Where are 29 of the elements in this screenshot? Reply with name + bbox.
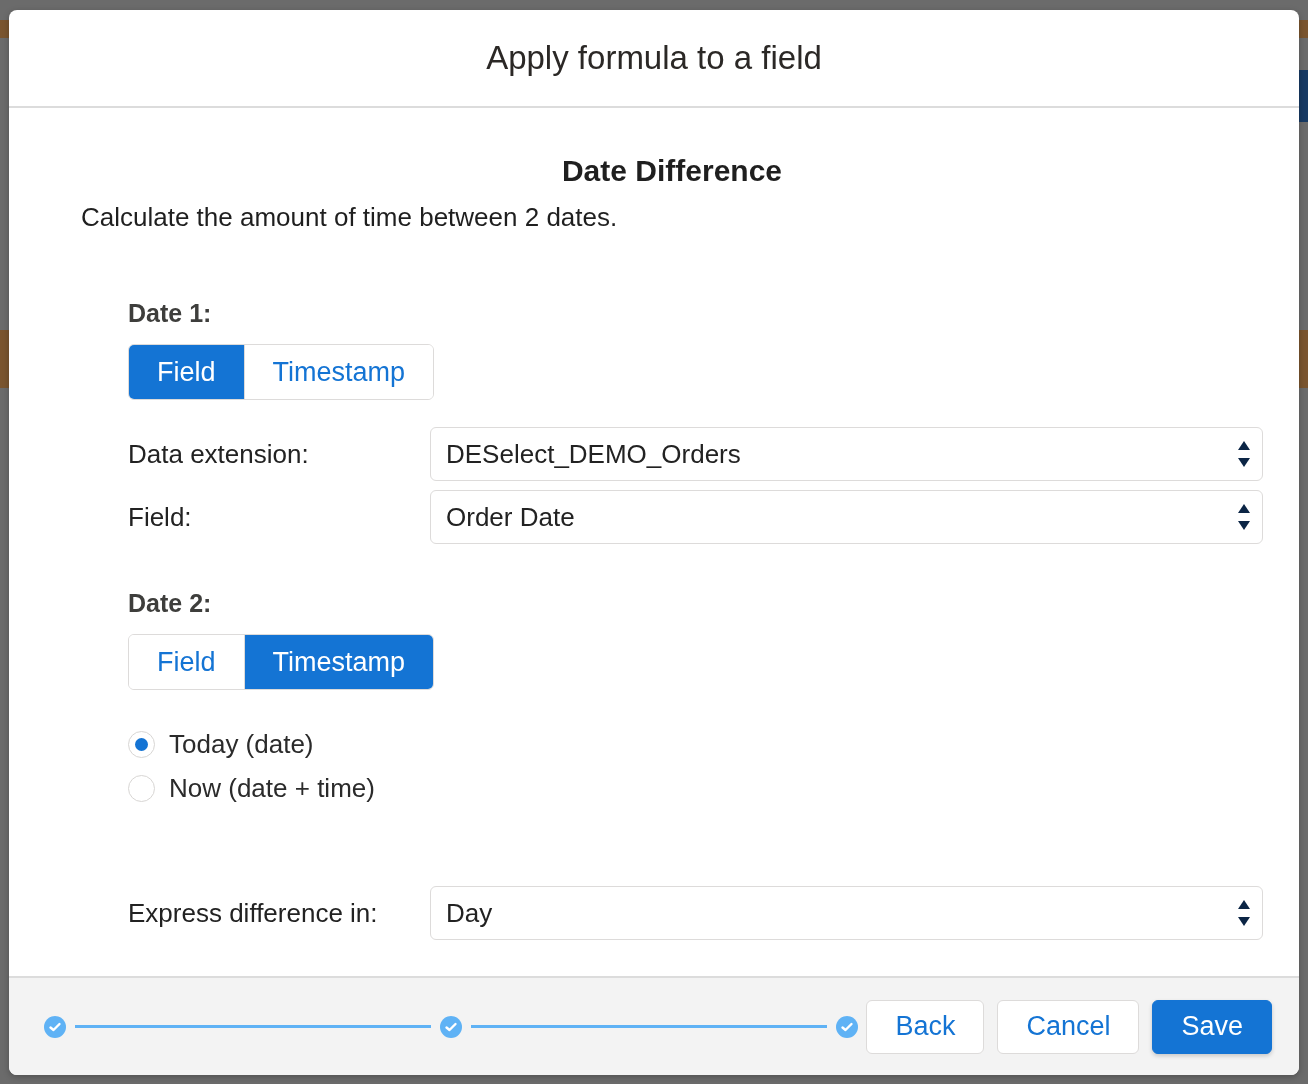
- date-label: Date 1:: [128, 298, 212, 328]
- up-down-arrows-icon: [1238, 504, 1250, 530]
- toggle-segment[interactable]: Timestamp: [243, 345, 434, 399]
- description-text: Calculate the amount of time between 2 dates.: [81, 201, 618, 233]
- radio-button[interactable]: [128, 774, 155, 802]
- backdrop-bar: [0, 20, 9, 38]
- up-down-arrows-icon: [1238, 441, 1250, 467]
- field-label: Data extension:: [128, 438, 309, 470]
- secondary-button[interactable]: Cancel: [997, 999, 1140, 1054]
- backdrop-bar: [1299, 20, 1308, 38]
- backdrop-bar: [1299, 330, 1308, 388]
- dropdown-field[interactable]: Day: [430, 886, 1263, 940]
- date-label: Date 2:: [128, 588, 212, 618]
- primary-button[interactable]: Save: [1152, 999, 1272, 1054]
- backdrop-bar: [0, 330, 9, 388]
- section-heading: Date Difference: [561, 153, 783, 189]
- backdrop-bar: [1299, 70, 1308, 122]
- radio-button[interactable]: [128, 730, 155, 758]
- radio-label: Now (date + time): [169, 772, 375, 804]
- dialog-title: Apply formula to a field: [486, 38, 822, 78]
- field-label: Field:: [128, 501, 192, 533]
- secondary-button[interactable]: Back: [866, 999, 985, 1054]
- toggle-segment[interactable]: Timestamp: [243, 635, 434, 689]
- radio-label: Today (date): [169, 728, 314, 760]
- dropdown-field[interactable]: DESelect_DEMO_Orders: [430, 427, 1263, 481]
- field-label: Express difference in:: [128, 897, 378, 929]
- toggle-segment[interactable]: Field: [129, 345, 244, 399]
- up-down-arrows-icon: [1238, 900, 1250, 926]
- dropdown-field[interactable]: Order Date: [430, 490, 1263, 544]
